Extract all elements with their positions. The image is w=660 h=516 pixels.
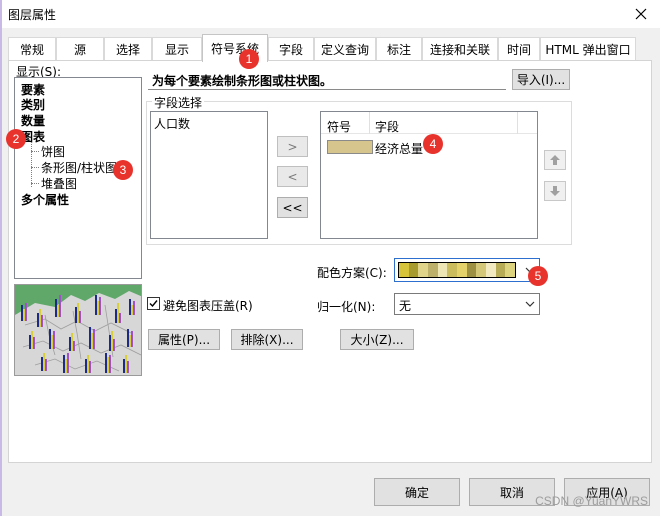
arrow-down-icon (550, 186, 560, 196)
field-selection-title: 字段选择 (152, 94, 205, 111)
ramp-segment (418, 263, 429, 277)
normalize-select[interactable]: 无 (394, 293, 540, 315)
renderer-description: 为每个要素绘制条形图或柱状图。 (152, 74, 333, 88)
tab-source[interactable]: 源 (56, 37, 104, 60)
avoid-overlap-label[interactable]: 避免图表压盖(R) (163, 297, 253, 314)
move-up-button[interactable] (544, 150, 566, 170)
tab-general[interactable]: 常规 (8, 37, 56, 60)
annotation-marker: 1 (239, 49, 259, 69)
tab-display[interactable]: 显示 (152, 37, 202, 60)
remove-field-button[interactable]: < (277, 166, 308, 187)
properties-button[interactable]: 属性(P)... (148, 329, 220, 350)
tab-bar: 常规 源 选择 显示 符号系统 字段 定义查询 标注 连接和关联 时间 HTML… (8, 34, 652, 62)
tree-item-bar-column[interactable]: 条形图/柱状图 (41, 159, 117, 176)
window-title: 图层属性 (8, 8, 57, 22)
tree-item-stacked[interactable]: 堆叠图 (41, 175, 77, 192)
color-scheme-label: 配色方案(C): (317, 266, 387, 280)
tree-item-quantities[interactable]: 数量 (21, 112, 45, 129)
ramp-segment (399, 263, 409, 277)
field-name: 经济总量 (375, 142, 424, 156)
tree-item-categories[interactable]: 类别 (21, 96, 45, 113)
tree-connector (31, 151, 39, 152)
tab-selection[interactable]: 选择 (104, 37, 152, 60)
header-divider (369, 112, 370, 134)
tab-labels[interactable]: 标注 (376, 37, 422, 60)
available-fields-list[interactable]: 人口数 (150, 111, 268, 239)
tree-item-multiple-attributes[interactable]: 多个属性 (21, 191, 69, 208)
ramp-segment (457, 263, 467, 277)
tab-definition-query[interactable]: 定义查询 (314, 37, 376, 60)
arrow-up-icon (550, 155, 560, 165)
move-down-button[interactable] (544, 181, 566, 201)
header-divider (517, 112, 518, 134)
tree-item-pie[interactable]: 饼图 (41, 143, 65, 160)
annotation-marker: 4 (423, 134, 443, 154)
size-button[interactable]: 大小(Z)... (340, 329, 414, 350)
normalize-label: 归一化(N): (317, 300, 376, 314)
ramp-segment (505, 263, 516, 277)
normalize-value: 无 (399, 299, 412, 313)
ramp-segment (447, 263, 458, 277)
selected-fields-table[interactable]: 符号 字段 经济总量 (320, 111, 538, 239)
ramp-segment (466, 263, 477, 277)
field-color-swatch[interactable] (327, 140, 373, 154)
remove-all-fields-button[interactable]: << (277, 197, 308, 218)
header-symbol: 符号 (327, 120, 352, 134)
ramp-segment (437, 263, 448, 277)
title-bar: 图层属性 (0, 0, 660, 28)
annotation-marker: 2 (6, 129, 26, 149)
ok-button[interactable]: 确定 (374, 478, 460, 506)
close-icon (635, 8, 647, 20)
description-box: 为每个要素绘制条形图或柱状图。 (148, 68, 506, 90)
watermark: CSDN @YuanYWRS (535, 494, 648, 508)
ramp-segment (408, 263, 419, 277)
tab-joins-relates[interactable]: 连接和关联 (422, 37, 498, 60)
tree-connector (31, 183, 39, 184)
annotation-marker: 5 (528, 266, 548, 286)
color-ramp (398, 262, 516, 278)
add-field-button[interactable]: > (277, 136, 308, 157)
tab-time[interactable]: 时间 (498, 37, 540, 60)
color-scheme-select[interactable] (394, 258, 540, 282)
close-button[interactable] (628, 3, 654, 25)
import-button[interactable]: 导入(I)... (512, 69, 570, 90)
check-icon (149, 300, 158, 308)
header-field: 字段 (375, 120, 400, 134)
table-header: 符号 字段 (321, 112, 537, 134)
avoid-overlap-checkbox[interactable] (147, 297, 160, 310)
symbology-preview-image (14, 284, 142, 376)
exclude-button[interactable]: 排除(X)... (231, 329, 303, 350)
ramp-segment (486, 263, 496, 277)
chevron-down-icon (525, 301, 535, 307)
layer-properties-dialog: 图层属性 常规 源 选择 显示 符号系统 字段 定义查询 标注 连接和关联 时间… (0, 0, 660, 516)
tab-html-popup[interactable]: HTML 弹出窗口 (540, 37, 636, 60)
available-field-item[interactable]: 人口数 (154, 115, 190, 132)
annotation-marker: 3 (113, 160, 133, 180)
ramp-segment (495, 263, 506, 277)
tab-fields[interactable]: 字段 (268, 37, 314, 60)
tree-connector (31, 167, 39, 168)
ramp-segment (476, 263, 487, 277)
ramp-segment (428, 263, 438, 277)
